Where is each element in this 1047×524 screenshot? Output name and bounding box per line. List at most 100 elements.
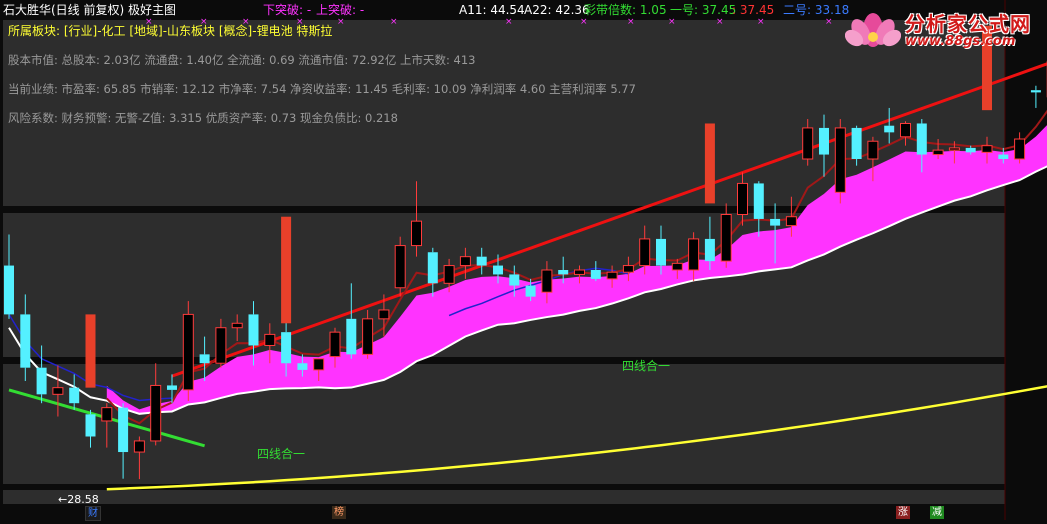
cross-marker: × — [505, 17, 513, 27]
candle-body-up — [671, 262, 683, 271]
candle-body-down — [558, 270, 569, 275]
candle-body-up — [362, 318, 374, 355]
candle-body-up — [133, 440, 145, 453]
candle-body-up — [688, 238, 700, 271]
candle-body-up — [182, 313, 194, 391]
candle-body-up — [215, 327, 227, 364]
candle-body-down — [884, 125, 895, 133]
cross-marker: × — [390, 17, 398, 27]
badge-zhang[interactable]: 涨 — [896, 506, 910, 519]
strong-up-bar — [704, 123, 715, 204]
candle-body-up — [720, 214, 732, 262]
logo-url[interactable]: www.88gs.com — [905, 34, 1015, 49]
candle-body-up — [101, 407, 113, 422]
candle-body-up — [411, 220, 422, 247]
candle-body-up — [541, 269, 553, 293]
candle-body-up — [1014, 138, 1026, 160]
candle-body-up — [639, 238, 651, 267]
a11-value: A11: 44.54 — [459, 3, 525, 17]
equity-info: 股本市值: 总股本: 2.03亿 流通盘: 1.40亿 全流通: 0.69 流通… — [8, 53, 476, 67]
candle-body-down — [85, 414, 96, 437]
candle-body-down — [297, 363, 308, 370]
candle-body-up — [981, 145, 993, 153]
four-line-label-2: 四线合一 — [622, 359, 671, 373]
line2-value: 二号: 33.18 — [783, 3, 850, 17]
candle-body-up — [785, 216, 797, 227]
candle-body-up — [150, 384, 162, 442]
low-price-label: ←28.58 — [58, 493, 99, 506]
candle-body-down — [525, 285, 536, 297]
candle-body-down — [851, 127, 862, 159]
candle-body-down — [656, 238, 666, 266]
chart-window[interactable]: × × × × × × × × × × × × × 石大胜华(日线 前复权) 极好主图 下突破: - 上… — [0, 0, 1047, 521]
candle-body-up — [932, 149, 944, 156]
candle-body-down — [199, 354, 210, 364]
candle-body-down — [476, 256, 487, 266]
candle-body-down — [819, 127, 829, 155]
candle-body-down — [36, 367, 47, 395]
candle-body-down — [590, 270, 601, 279]
a22-value: A22: 42.36 — [524, 3, 590, 17]
risk-info: 风险系数: 财务预警: 无警-Z值: 3.315 优质资产率: 0.73 现金负… — [8, 111, 398, 125]
cross-marker: × — [757, 17, 765, 27]
candle-body-down — [118, 407, 129, 453]
candle-body-down — [770, 218, 781, 226]
sector-text: 所属板块: [行业]-化工 [地域]-山东板块 [概念]-锂电池 特斯拉 — [8, 24, 333, 38]
candle-body-down — [493, 265, 503, 275]
badge-bang[interactable]: 榜 — [332, 506, 346, 519]
site-logo: 分析家公式网 www.88gs.com — [845, 2, 1045, 52]
candle-body-down — [248, 314, 259, 346]
breakout-label: 上突破: - — [316, 3, 365, 17]
four-line-label-1: 四线合一 — [257, 447, 306, 461]
badge-jian[interactable]: 减 — [930, 506, 944, 519]
candle-body-up — [264, 333, 276, 346]
bottom-strip — [3, 490, 1005, 504]
candle-body-up — [574, 269, 585, 275]
chart-title: 石大胜华(日线 前复权) 极好主图 — [3, 3, 176, 17]
candle-body-down — [704, 238, 715, 262]
candle-body-up — [443, 265, 455, 284]
candle-body-down — [281, 332, 292, 364]
candle-body-down — [20, 314, 31, 368]
candle-body-down — [346, 318, 357, 355]
line1-value-alt: : 37.45 — [732, 3, 775, 17]
cross-marker: × — [580, 17, 588, 27]
performance-info: 当前业绩: 市盈率: 65.85 市销率: 12.12 市净率: 7.54 净资… — [8, 82, 636, 96]
candlestick-chart[interactable]: × × × × × × × × × × × × × — [0, 0, 1047, 520]
line1-value: 一号: 37.45 — [670, 3, 737, 17]
candle-body-down — [1030, 90, 1041, 93]
band-multiple-value: 彩带倍数: 1.05 — [584, 3, 667, 17]
cross-marker: × — [668, 17, 676, 27]
candle-body-down — [916, 123, 927, 155]
candle-body-down — [998, 154, 1009, 159]
candle-body-up — [52, 387, 64, 395]
candle-body-up — [900, 122, 911, 138]
candle-body-up — [313, 358, 325, 371]
candle-body-up — [737, 182, 748, 215]
candle-body-up — [867, 140, 879, 160]
cross-marker: × — [337, 17, 345, 27]
strong-up-bar — [85, 314, 96, 388]
candle-body-up — [834, 127, 846, 193]
cross-marker: × — [825, 17, 833, 27]
candle-body-up — [948, 147, 960, 151]
badge-cai[interactable]: 财 — [85, 506, 101, 521]
strong-up-bar — [281, 216, 292, 324]
cross-marker: × — [627, 17, 635, 27]
candle-body-down — [753, 183, 764, 219]
candle-body-up — [329, 331, 341, 358]
candle-body-up — [394, 245, 406, 289]
candle-body-down — [965, 147, 976, 153]
candle-body-up — [231, 322, 243, 329]
cross-marker: × — [716, 17, 724, 27]
logo-text: 分析家公式网 — [905, 12, 1031, 36]
breakdown-label: 下突破: - — [263, 3, 312, 17]
candle-body-down — [69, 387, 80, 404]
candle-body-down — [427, 252, 438, 284]
candle-body-up — [459, 256, 471, 267]
candle-body-down — [167, 385, 177, 390]
candle-body-up — [378, 309, 390, 320]
candle-body-up — [802, 127, 814, 160]
candle-body-up — [622, 265, 634, 273]
candle-body-down — [4, 265, 14, 315]
